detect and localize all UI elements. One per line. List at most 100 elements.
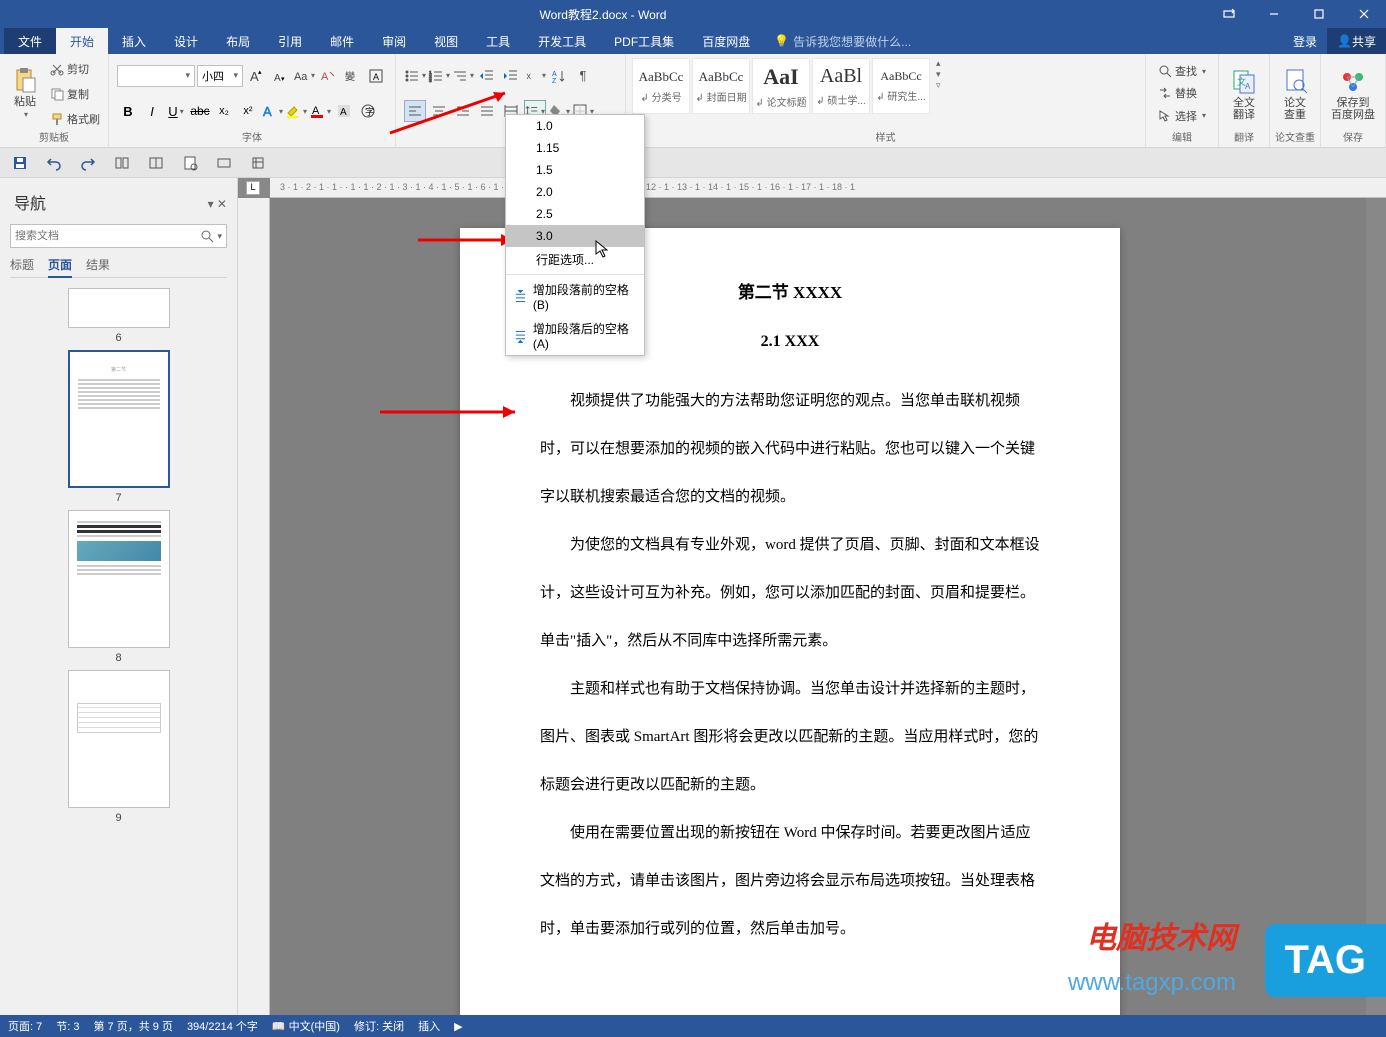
- tab-pdf[interactable]: PDF工具集: [600, 28, 688, 54]
- style-expand-icon[interactable]: ▿: [936, 80, 941, 91]
- nav-tab-pages[interactable]: 页面: [48, 256, 72, 278]
- page-thumb-8[interactable]: [68, 510, 170, 648]
- qat-btn-b[interactable]: [146, 153, 166, 173]
- save-icon[interactable]: [10, 153, 30, 173]
- tab-mailings[interactable]: 邮件: [316, 28, 368, 54]
- bullets-icon[interactable]: ▾: [404, 65, 426, 87]
- page-thumb-9[interactable]: [68, 670, 170, 808]
- status-page-of[interactable]: 第 7 页，共 9 页: [93, 1018, 172, 1034]
- style-item-0[interactable]: AaBbCc↲ 分类号: [632, 58, 690, 114]
- show-marks-icon[interactable]: ¶: [572, 65, 594, 87]
- style-item-2[interactable]: AaI↲ 论文标题: [752, 58, 810, 114]
- grow-font-icon[interactable]: A▴: [245, 65, 267, 87]
- ls-options[interactable]: 行距选项...: [506, 247, 644, 272]
- status-insert[interactable]: 插入: [418, 1018, 440, 1034]
- multilevel-icon[interactable]: ▾: [452, 65, 474, 87]
- tab-tools[interactable]: 工具: [472, 28, 524, 54]
- change-case-icon[interactable]: Aa▾: [293, 65, 315, 87]
- numbering-icon[interactable]: 123▾: [428, 65, 450, 87]
- page-thumb-7[interactable]: 第二节: [68, 350, 170, 488]
- style-scroll-up-icon[interactable]: ▴: [936, 58, 941, 69]
- ls-item-2-5[interactable]: 2.5: [506, 203, 644, 225]
- ls-item-1-0[interactable]: 1.0: [506, 115, 644, 137]
- select-button[interactable]: 选择▾: [1154, 106, 1210, 126]
- tell-me-search[interactable]: 💡 告诉我您想要做什么...: [774, 28, 911, 54]
- ls-item-1-15[interactable]: 1.15: [506, 137, 644, 159]
- shrink-font-icon[interactable]: A▾: [269, 65, 291, 87]
- tab-home[interactable]: 开始: [56, 28, 108, 54]
- cut-button[interactable]: 剪切: [46, 59, 104, 79]
- qat-btn-a[interactable]: [112, 153, 132, 173]
- tab-file[interactable]: 文件: [4, 28, 56, 54]
- bold-icon[interactable]: B: [117, 100, 139, 122]
- highlight-icon[interactable]: ▾: [285, 100, 307, 122]
- login-button[interactable]: 登录: [1283, 28, 1327, 54]
- style-item-4[interactable]: AaBbCc↲ 研究生...: [872, 58, 930, 114]
- qat-btn-d[interactable]: [248, 153, 268, 173]
- paper-check-button[interactable]: 论文查重: [1274, 56, 1316, 131]
- char-border-icon[interactable]: A: [365, 65, 387, 87]
- ls-add-space-before[interactable]: 增加段落前的空格(B): [506, 277, 644, 316]
- decrease-indent-icon[interactable]: [476, 65, 498, 87]
- copy-button[interactable]: 复制: [46, 84, 104, 104]
- tab-developer[interactable]: 开发工具: [524, 28, 600, 54]
- font-name-combo[interactable]: ▾: [117, 65, 195, 87]
- strike-icon[interactable]: abc: [189, 100, 211, 122]
- baidu-save-button[interactable]: 保存到百度网盘: [1325, 56, 1381, 131]
- tab-review[interactable]: 审阅: [368, 28, 420, 54]
- replace-button[interactable]: 替换: [1154, 83, 1210, 103]
- font-color-icon[interactable]: A▾: [309, 100, 331, 122]
- font-size-combo[interactable]: 小四▾: [197, 65, 243, 87]
- status-lang[interactable]: 📖 中文(中国): [272, 1018, 340, 1034]
- superscript-icon[interactable]: x²: [237, 100, 259, 122]
- print-preview-icon[interactable]: [180, 153, 200, 173]
- italic-icon[interactable]: I: [141, 100, 163, 122]
- search-icon[interactable]: [200, 229, 214, 243]
- style-item-1[interactable]: AaBbCc↲ 封面日期: [692, 58, 750, 114]
- underline-icon[interactable]: U▾: [165, 100, 187, 122]
- ls-item-2-0[interactable]: 2.0: [506, 181, 644, 203]
- tab-insert[interactable]: 插入: [108, 28, 160, 54]
- text-effects-icon[interactable]: A▾: [261, 100, 283, 122]
- status-track[interactable]: 修订: 关闭: [354, 1018, 404, 1034]
- undo-icon[interactable]: [44, 153, 64, 173]
- share-button[interactable]: 👤 共享: [1327, 28, 1386, 54]
- vertical-ruler[interactable]: [238, 198, 270, 1015]
- qat-btn-c[interactable]: [214, 153, 234, 173]
- phonetic-icon[interactable]: 變: [341, 65, 363, 87]
- nav-tab-headings[interactable]: 标题: [10, 256, 34, 273]
- style-item-3[interactable]: AaBl↲ 硕士学...: [812, 58, 870, 114]
- enclose-char-icon[interactable]: 字: [357, 100, 379, 122]
- ruler-corner[interactable]: L: [246, 181, 260, 195]
- ribbon-options-icon[interactable]: [1206, 0, 1251, 28]
- nav-dropdown-icon[interactable]: ▾ ✕: [208, 197, 227, 211]
- tab-design[interactable]: 设计: [160, 28, 212, 54]
- status-section[interactable]: 节: 3: [56, 1018, 79, 1034]
- translate-button[interactable]: 文A 全文翻译: [1223, 56, 1265, 131]
- paste-button[interactable]: 粘贴▾: [4, 56, 46, 131]
- tab-baidu[interactable]: 百度网盘: [688, 28, 764, 54]
- clear-format-icon[interactable]: A: [317, 65, 339, 87]
- find-button[interactable]: 查找▾: [1154, 61, 1210, 81]
- subscript-icon[interactable]: x₂: [213, 100, 235, 122]
- maximize-icon[interactable]: [1296, 0, 1341, 28]
- ls-item-3-0[interactable]: 3.0: [506, 225, 644, 247]
- increase-indent-icon[interactable]: [500, 65, 522, 87]
- sort-icon[interactable]: AZ: [548, 65, 570, 87]
- close-icon[interactable]: [1341, 0, 1386, 28]
- nav-search-input[interactable]: ▾: [10, 224, 227, 248]
- tab-view[interactable]: 视图: [420, 28, 472, 54]
- horizontal-ruler[interactable]: 3 · 1 · 2 · 1 · 1 · · 1 · 1 · 2 · 1 · 3 …: [270, 178, 1386, 198]
- style-scroll-down-icon[interactable]: ▾: [936, 69, 941, 80]
- nav-tab-results[interactable]: 结果: [86, 256, 110, 273]
- tab-layout[interactable]: 布局: [212, 28, 264, 54]
- ls-add-space-after[interactable]: 增加段落后的空格(A): [506, 316, 644, 355]
- status-macro-icon[interactable]: ▶: [454, 1020, 462, 1033]
- asian-layout-icon[interactable]: ☓▾: [524, 65, 546, 87]
- redo-icon[interactable]: [78, 153, 98, 173]
- status-page[interactable]: 页面: 7: [8, 1018, 42, 1034]
- ls-item-1-5[interactable]: 1.5: [506, 159, 644, 181]
- page-thumb-6[interactable]: [68, 288, 170, 328]
- status-words[interactable]: 394/2214 个字: [187, 1018, 258, 1034]
- minimize-icon[interactable]: [1251, 0, 1296, 28]
